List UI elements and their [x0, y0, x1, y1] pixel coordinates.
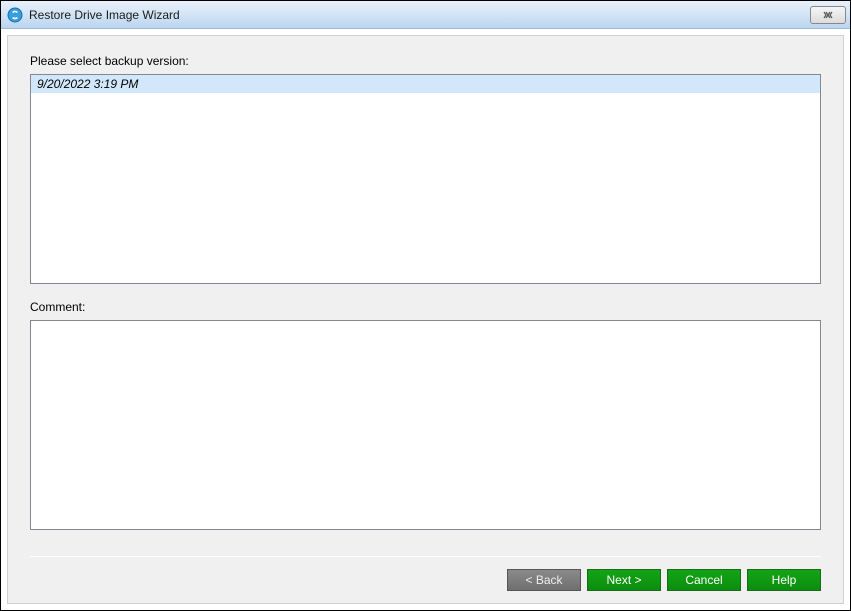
select-backup-label: Please select backup version:: [30, 54, 821, 68]
backup-version-item[interactable]: 9/20/2022 3:19 PM: [31, 75, 820, 93]
comment-textbox[interactable]: [30, 320, 821, 530]
app-icon: [7, 7, 23, 23]
back-button: < Back: [507, 569, 581, 591]
close-icon: [822, 11, 834, 19]
next-button[interactable]: Next >: [587, 569, 661, 591]
close-button[interactable]: [810, 6, 846, 24]
button-row: < Back Next > Cancel Help: [30, 569, 821, 591]
comment-label: Comment:: [30, 300, 821, 314]
wizard-window: Restore Drive Image Wizard Please select…: [0, 0, 851, 611]
cancel-button[interactable]: Cancel: [667, 569, 741, 591]
titlebar[interactable]: Restore Drive Image Wizard: [1, 1, 850, 29]
backup-version-list[interactable]: 9/20/2022 3:19 PM: [30, 74, 821, 284]
window-body: Please select backup version: 9/20/2022 …: [1, 29, 850, 610]
separator: [30, 556, 821, 557]
content-panel: Please select backup version: 9/20/2022 …: [7, 35, 844, 604]
help-button[interactable]: Help: [747, 569, 821, 591]
window-title: Restore Drive Image Wizard: [29, 8, 810, 22]
button-area: < Back Next > Cancel Help: [30, 556, 821, 591]
